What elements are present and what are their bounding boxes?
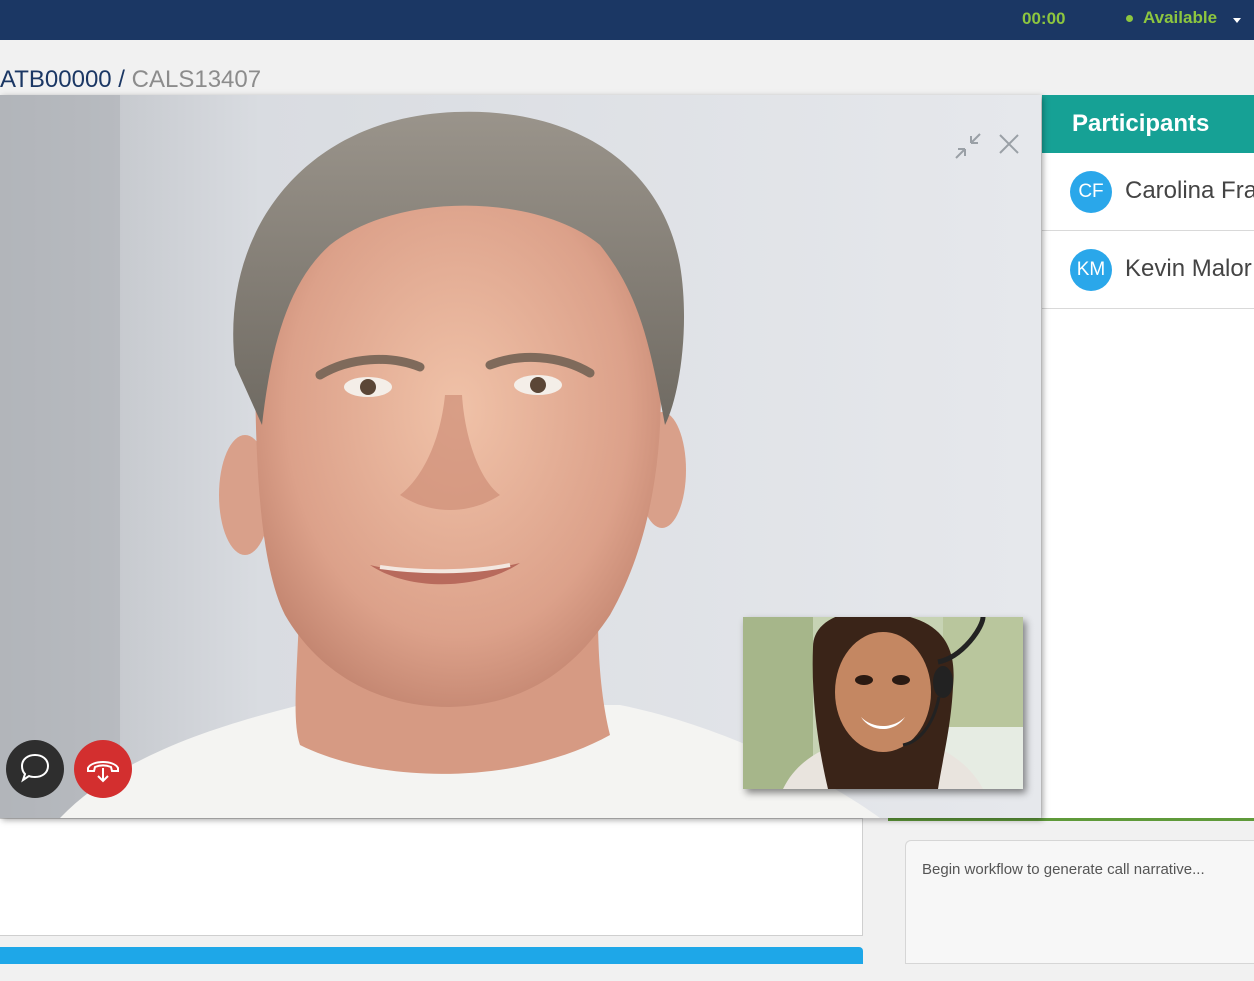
close-icon[interactable] [994, 129, 1024, 159]
participants-header: Participants [1042, 95, 1254, 153]
section-divider [888, 818, 1254, 821]
breadcrumb-account[interactable]: ATB00000 [0, 66, 112, 93]
top-bar: 00:00 Available [0, 0, 1254, 40]
minimize-arrows-icon[interactable] [953, 131, 983, 161]
status-dropdown-label[interactable]: Available [1143, 8, 1217, 28]
status-indicator-dot [1126, 15, 1133, 22]
breadcrumb-call-id: CALS13407 [131, 66, 262, 93]
avatar: KM [1070, 249, 1112, 291]
participant-name: Kevin Malor [1125, 255, 1252, 282]
participant-item[interactable]: KM Kevin Malor [1042, 231, 1254, 309]
breadcrumb-separator: / [111, 66, 132, 93]
chat-button[interactable] [6, 740, 64, 798]
chat-bubble-icon [20, 753, 50, 783]
action-bar[interactable] [0, 947, 863, 964]
hang-up-phone-icon [87, 761, 119, 783]
call-narrative-box[interactable]: Begin workflow to generate call narrativ… [905, 840, 1254, 964]
breadcrumb: ATB00000 / CALS13407 [0, 66, 261, 94]
call-details-panel [0, 818, 863, 936]
video-call-window [0, 95, 1041, 818]
avatar: CF [1070, 171, 1112, 213]
call-timer: 00:00 [1022, 9, 1066, 28]
participants-title: Participants [1072, 110, 1210, 137]
local-video-feed [743, 617, 1023, 789]
participants-panel: Participants CF Carolina Fra KM Kevin Ma… [1042, 95, 1254, 818]
narrative-placeholder: Begin workflow to generate call narrativ… [922, 861, 1205, 878]
chevron-down-icon[interactable] [1233, 18, 1241, 23]
hang-up-button[interactable] [74, 740, 132, 798]
participant-name: Carolina Fra [1125, 177, 1254, 204]
participant-item[interactable]: CF Carolina Fra [1042, 153, 1254, 231]
